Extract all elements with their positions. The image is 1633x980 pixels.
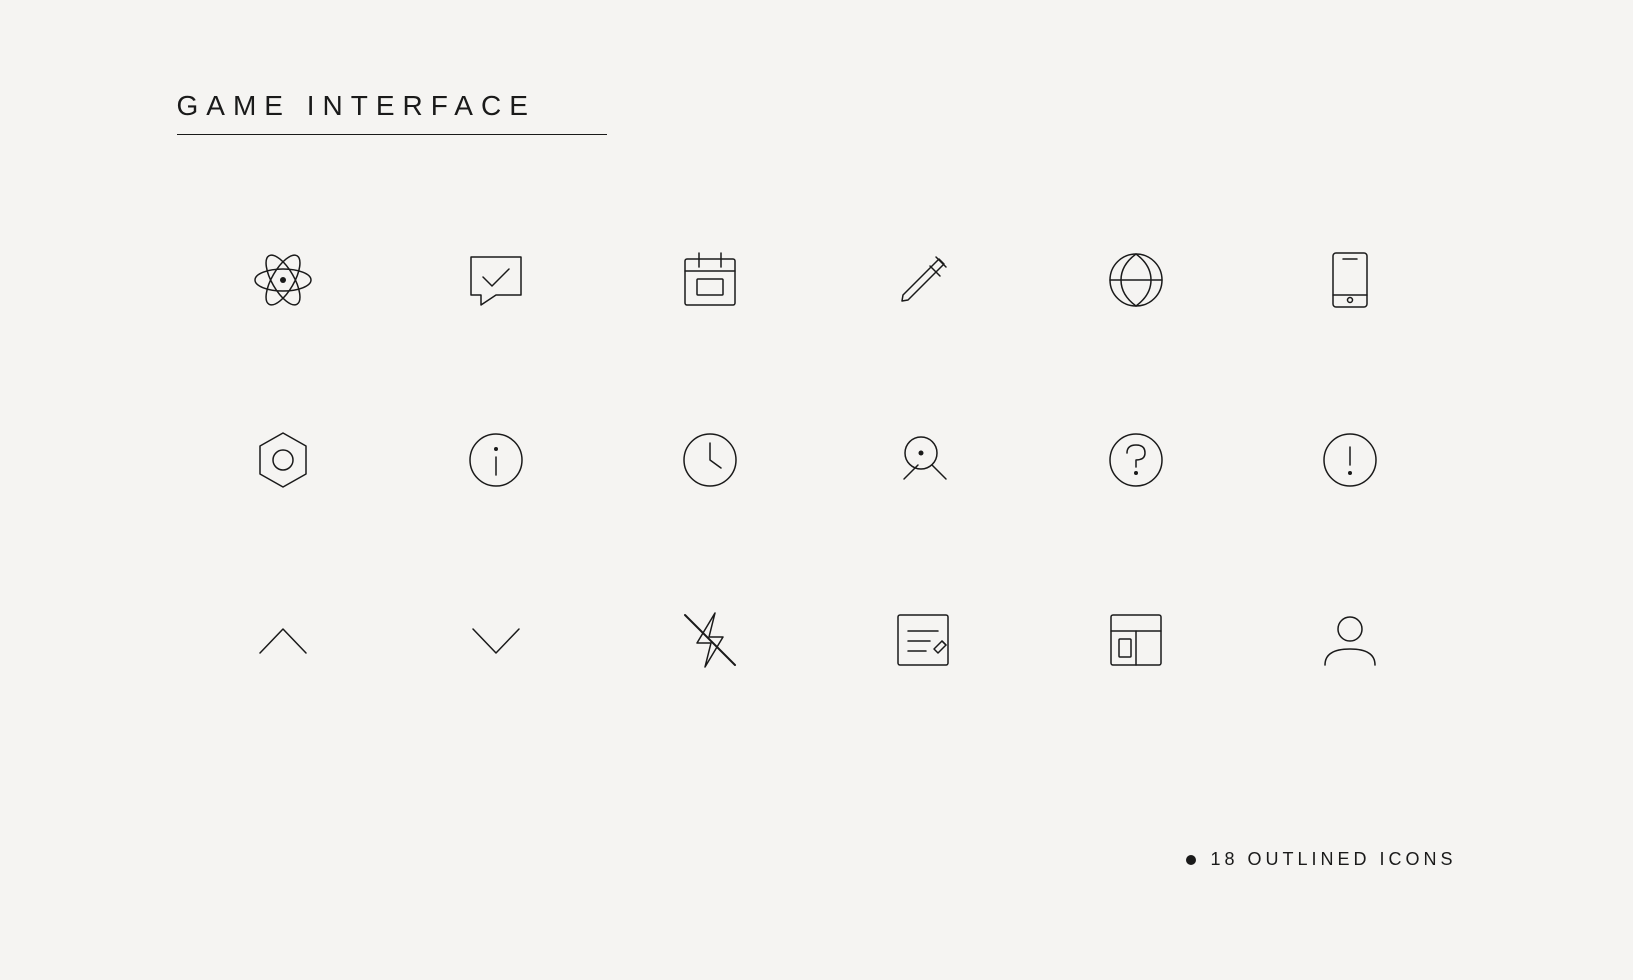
footer-text: 18 OUTLINED ICONS — [1210, 849, 1456, 870]
tablet-icon-cell — [1243, 220, 1456, 340]
tablet-icon — [1315, 245, 1385, 315]
chevron-up-icon — [248, 605, 318, 675]
user-icon-cell — [1243, 580, 1456, 700]
atom-icon-cell — [177, 220, 390, 340]
edit-list-icon-cell — [816, 580, 1029, 700]
atom-icon — [248, 245, 318, 315]
settings-icon — [248, 425, 318, 495]
title-section: GAME INTERFACE — [177, 90, 607, 135]
alert-icon-cell — [1243, 400, 1456, 520]
clock-icon — [675, 425, 745, 495]
chevron-up-icon-cell — [177, 580, 390, 700]
layout-icon-cell — [1030, 580, 1243, 700]
edit-list-icon — [888, 605, 958, 675]
settings-icon-cell — [177, 400, 390, 520]
user-icon — [1315, 605, 1385, 675]
edit-icon-cell — [816, 220, 1029, 340]
no-flash-icon-cell — [603, 580, 816, 700]
title-underline — [177, 134, 607, 135]
layout-icon — [1101, 605, 1171, 675]
globe-icon-cell — [1030, 220, 1243, 340]
help-icon — [1101, 425, 1171, 495]
globe-icon — [1101, 245, 1171, 315]
chat-check-icon-cell — [390, 220, 603, 340]
no-flash-icon — [675, 605, 745, 675]
footer-dot — [1186, 855, 1196, 865]
info-icon — [461, 425, 531, 495]
help-icon-cell — [1030, 400, 1243, 520]
icons-grid — [157, 200, 1477, 720]
footer-section: 18 OUTLINED ICONS — [1186, 849, 1456, 870]
edit-icon — [888, 245, 958, 315]
info-icon-cell — [390, 400, 603, 520]
alert-icon — [1315, 425, 1385, 495]
search-icon — [888, 425, 958, 495]
calendar-icon-cell — [603, 220, 816, 340]
search-icon-cell — [816, 400, 1029, 520]
page-container: GAME INTERFACE — [77, 50, 1557, 930]
chevron-down-icon — [461, 605, 531, 675]
calendar-icon — [675, 245, 745, 315]
chat-check-icon — [461, 245, 531, 315]
clock-icon-cell — [603, 400, 816, 520]
chevron-down-icon-cell — [390, 580, 603, 700]
page-title: GAME INTERFACE — [177, 90, 607, 122]
